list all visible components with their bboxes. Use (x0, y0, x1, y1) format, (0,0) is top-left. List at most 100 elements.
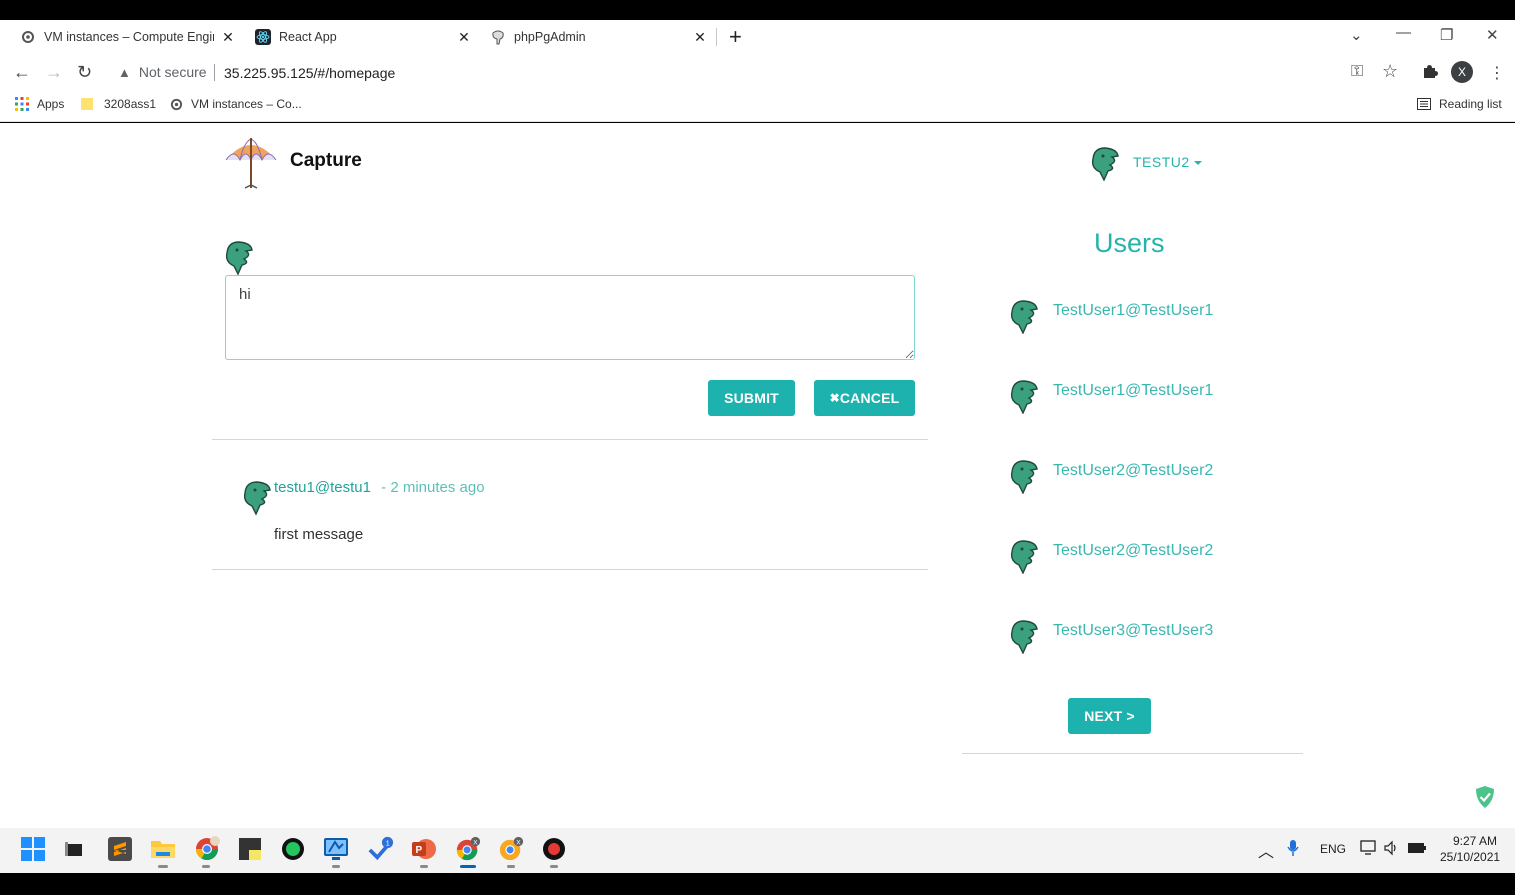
tab-search-chevron-icon[interactable]: ⌄ (1350, 26, 1363, 44)
divider (962, 753, 1303, 754)
profile-avatar[interactable]: X (1451, 61, 1473, 83)
next-page-button[interactable]: NEXT > (1068, 698, 1151, 734)
warning-triangle-icon: ▲ (118, 64, 131, 80)
input-language[interactable]: ENG (1320, 842, 1346, 856)
bookmark-label: 3208ass1 (104, 97, 157, 111)
react-icon (255, 29, 271, 45)
reading-list[interactable]: Reading list (1417, 97, 1502, 111)
show-hidden-icons-chevron-icon[interactable]: ︿ (1258, 838, 1274, 862)
file-explorer-icon[interactable] (150, 836, 176, 862)
reload-icon[interactable]: ↻ (77, 62, 92, 83)
submit-button[interactable]: SUBMIT (708, 380, 795, 416)
user-link[interactable]: TestUser1@TestUser1 (1053, 302, 1213, 320)
security-label: Not secure (138, 64, 207, 80)
bookmark-apps[interactable]: Apps (15, 97, 64, 111)
tab-phppgadmin[interactable]: phpPgAdmin ✕ (490, 20, 708, 54)
svg-text:X: X (516, 839, 521, 846)
bookmark-vm-instances[interactable]: VM instances – Co... (170, 97, 302, 111)
spotify-green-icon[interactable] (280, 836, 306, 862)
chrome-icon[interactable]: X (455, 836, 481, 862)
brand-title[interactable]: Capture (290, 150, 362, 172)
forward-arrow-icon[interactable]: → (45, 62, 63, 83)
network-icon[interactable] (1360, 840, 1378, 859)
brand-logo[interactable] (224, 136, 278, 190)
bookmark-star-icon[interactable]: ☆ (1382, 61, 1398, 82)
user-link[interactable]: TestUser2@TestUser2 (1053, 462, 1213, 480)
microphone-icon[interactable] (1287, 839, 1299, 860)
users-heading: Users (1094, 228, 1165, 258)
tab-close-icon[interactable]: ✕ (456, 29, 472, 46)
tab-react-app[interactable]: React App ✕ (255, 20, 472, 54)
menu-kebab-icon[interactable]: ⋮ (1489, 63, 1505, 83)
svg-text:X: X (473, 839, 478, 846)
current-user-label: TESTU2 (1133, 154, 1190, 170)
user-menu[interactable] (1088, 145, 1120, 181)
cancel-button[interactable]: ✖ CANCEL (814, 380, 915, 416)
user-list-item[interactable] (1007, 458, 1039, 494)
user-avatar-icon (225, 241, 253, 276)
post-author-link[interactable]: testu1@testu1 (274, 479, 371, 496)
app-running-indicator (550, 865, 558, 868)
tab-close-icon[interactable]: ✕ (692, 29, 708, 46)
chrome-canary-icon[interactable]: X (498, 836, 524, 862)
sticky-notes-icon[interactable] (237, 836, 263, 862)
reading-list-label: Reading list (1439, 97, 1502, 111)
task-view-icon[interactable] (61, 836, 87, 862)
minimize-icon[interactable]: — (1396, 24, 1411, 41)
key-icon[interactable]: ⚿ (1351, 63, 1363, 81)
user-list-item[interactable] (1007, 618, 1039, 654)
bookmark-3208ass1[interactable]: 3208ass1 (81, 97, 156, 111)
post-timestamp: - 2 minutes ago (377, 479, 485, 496)
remote-desktop-icon[interactable] (323, 836, 349, 862)
clock-time[interactable]: 9:27 AM (1453, 834, 1497, 848)
todo-check-icon[interactable]: 1 (368, 836, 394, 862)
powerpoint-icon[interactable]: P (411, 836, 437, 862)
sublime-text-icon[interactable] (107, 836, 133, 862)
user-list-item[interactable] (1007, 298, 1039, 334)
user-list-item[interactable] (1007, 538, 1039, 574)
current-user-dropdown[interactable]: TESTU2 (1133, 154, 1202, 170)
clock-date[interactable]: 25/10/2021 (1440, 850, 1500, 864)
battery-icon[interactable] (1407, 841, 1427, 858)
user-avatar-icon (243, 481, 271, 516)
reading-list-icon (1417, 98, 1431, 110)
chrome-profile-icon[interactable] (194, 836, 220, 862)
app-running-indicator (332, 865, 340, 868)
user-avatar-icon (1010, 300, 1038, 334)
url-divider (214, 64, 215, 81)
back-arrow-icon[interactable]: ← (13, 62, 31, 83)
user-link[interactable]: TestUser1@TestUser1 (1053, 382, 1213, 400)
volume-icon[interactable] (1384, 840, 1398, 859)
app-running-indicator (420, 865, 428, 868)
new-tab-plus-icon[interactable]: + (729, 26, 742, 48)
feed-item (240, 478, 272, 521)
tab-title: VM instances – Compute Engine (44, 30, 214, 44)
shield-check-icon[interactable] (1474, 785, 1496, 814)
user-avatar-icon (1010, 380, 1038, 414)
user-list-item[interactable] (1007, 378, 1039, 414)
user-avatar-icon (1010, 460, 1038, 494)
tab-separator (716, 28, 717, 46)
tab-close-icon[interactable]: ✕ (220, 29, 236, 46)
restore-icon[interactable]: ❐ (1440, 26, 1453, 44)
cancel-x-icon: ✖ (829, 391, 840, 405)
security-indicator[interactable]: ▲ Not secure (118, 64, 207, 80)
app-active-indicator (460, 865, 476, 868)
screen-recorder-icon[interactable] (541, 836, 567, 862)
user-avatar-icon (1091, 147, 1119, 181)
url-field[interactable]: 35.225.95.125/#/homepage (224, 65, 395, 81)
user-link[interactable]: TestUser2@TestUser2 (1053, 542, 1213, 560)
app-running-indicator (158, 865, 168, 868)
user-link[interactable]: TestUser3@TestUser3 (1053, 622, 1213, 640)
tab-vm-instances[interactable]: VM instances – Compute Engine ✕ (20, 20, 236, 54)
umbrella-logo-icon (225, 138, 277, 189)
window-close-icon[interactable]: ✕ (1486, 26, 1499, 44)
extensions-puzzle-icon[interactable] (1422, 63, 1438, 84)
compute-engine-icon (170, 98, 183, 111)
cancel-label: CANCEL (839, 390, 900, 406)
windows-start-icon[interactable] (20, 836, 46, 862)
post-body: first message (274, 526, 364, 543)
tab-title: React App (279, 30, 337, 44)
bookmark-label: VM instances – Co... (191, 97, 302, 111)
message-textarea[interactable]: hi (225, 275, 915, 360)
